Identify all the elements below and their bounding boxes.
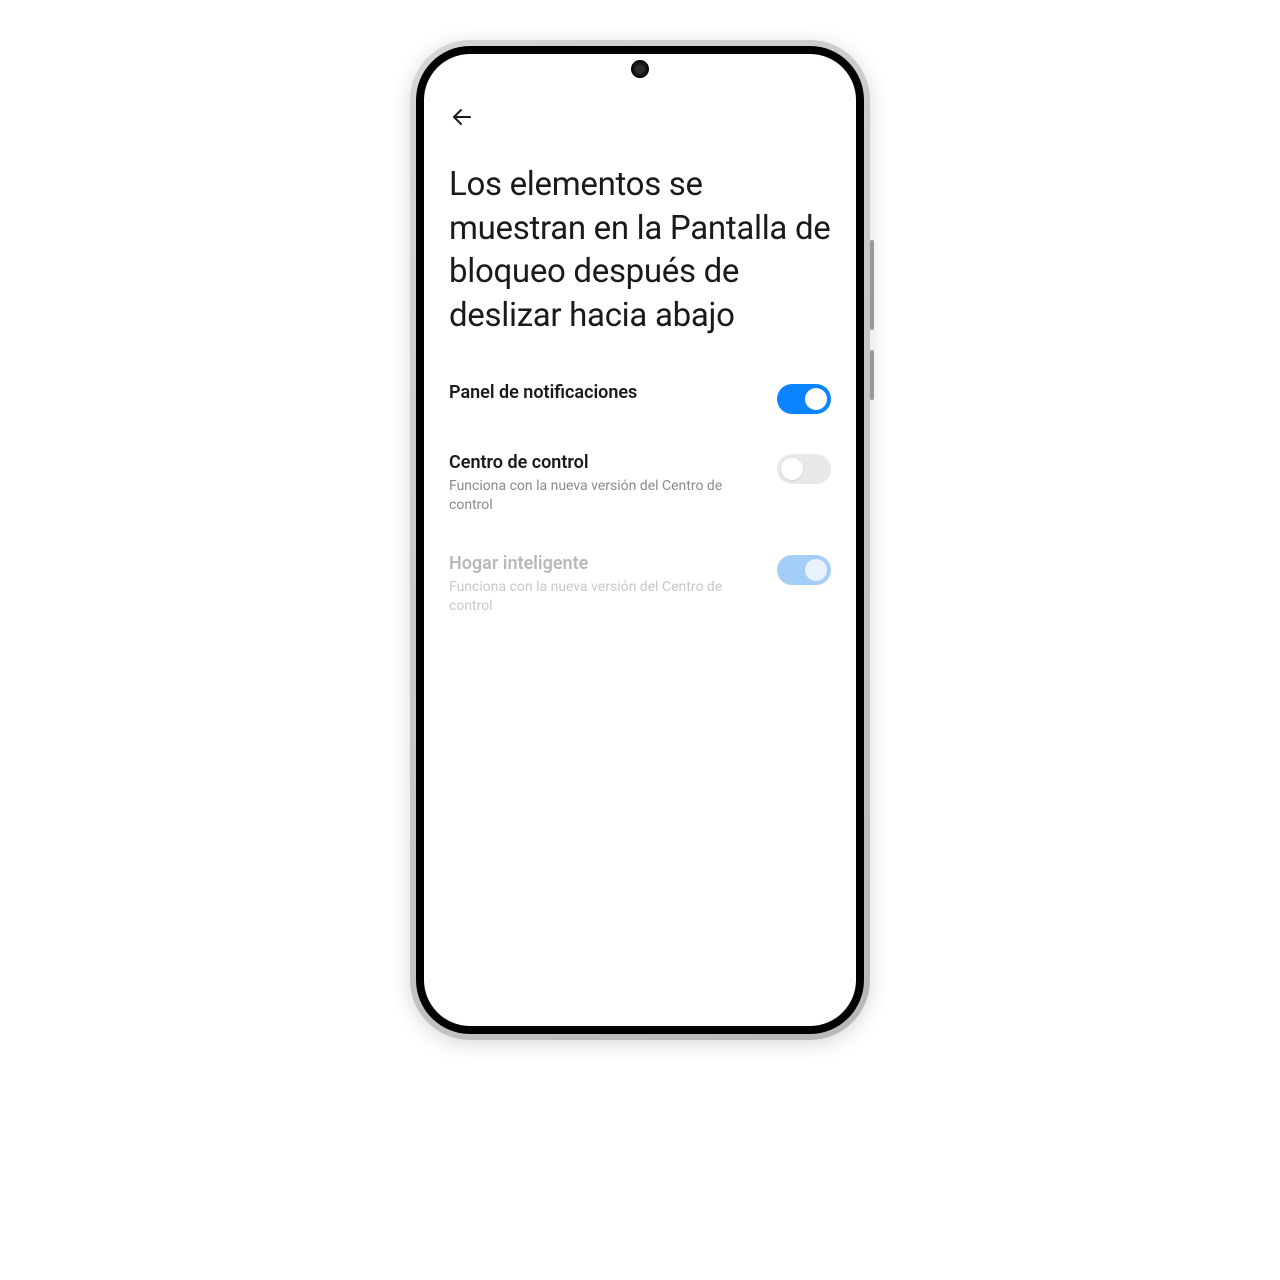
toggle-knob xyxy=(805,559,827,581)
setting-text: Hogar inteligente Funciona con la nueva … xyxy=(449,553,757,616)
toggle-knob xyxy=(781,458,803,480)
phone-bezel: Los elementos se muestran en la Pantalla… xyxy=(416,46,864,1034)
header-bar xyxy=(449,104,831,133)
phone-device-frame: Los elementos se muestran en la Pantalla… xyxy=(410,40,870,1040)
back-arrow-icon[interactable] xyxy=(449,104,475,130)
setting-title: Centro de control xyxy=(449,452,757,473)
setting-desc: Funciona con la nueva versión del Centro… xyxy=(449,578,757,616)
setting-title: Hogar inteligente xyxy=(449,553,757,574)
setting-text: Centro de control Funciona con la nueva … xyxy=(449,452,757,515)
power-button xyxy=(870,350,874,400)
screen: Los elementos se muestran en la Pantalla… xyxy=(424,54,856,1026)
toggle-smart-home xyxy=(777,555,831,585)
toggle-knob xyxy=(805,388,827,410)
toggle-notification-panel[interactable] xyxy=(777,384,831,414)
toggle-control-center[interactable] xyxy=(777,454,831,484)
setting-control-center: Centro de control Funciona con la nueva … xyxy=(449,452,831,515)
front-camera xyxy=(631,60,649,78)
page-title: Los elementos se muestran en la Pantalla… xyxy=(449,163,831,337)
setting-title: Panel de notificaciones xyxy=(449,382,757,403)
setting-smart-home: Hogar inteligente Funciona con la nueva … xyxy=(449,553,831,616)
volume-button xyxy=(870,240,874,330)
setting-desc: Funciona con la nueva versión del Centro… xyxy=(449,477,757,515)
setting-text: Panel de notificaciones xyxy=(449,382,757,407)
setting-notification-panel: Panel de notificaciones xyxy=(449,382,831,414)
